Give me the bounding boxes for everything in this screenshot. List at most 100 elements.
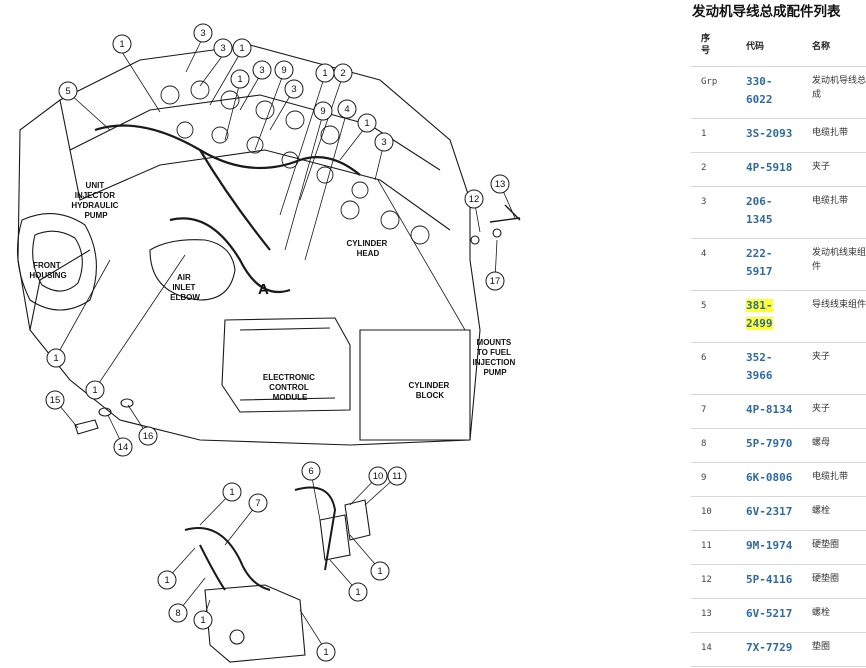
callout-marker: 1: [315, 63, 335, 83]
callout-number: 5: [65, 86, 70, 97]
row-part-name: 螺栓: [812, 598, 866, 633]
callout-marker: 3: [213, 38, 233, 58]
callout-number: 1: [229, 487, 234, 498]
callout-marker: 3: [193, 23, 213, 43]
row-seq: 1: [691, 118, 746, 153]
part-name-line: 件: [812, 262, 822, 272]
callout-number: 1: [119, 39, 124, 50]
part-name-line: 硬垫圈: [812, 574, 840, 584]
row-part-name: 电缆扎带: [812, 118, 866, 153]
part-code-line: 6V-2317: [746, 505, 793, 518]
table-row[interactable]: 3 206- 1345 电缆扎带: [691, 186, 866, 239]
part-code-line: 4P-8134: [746, 403, 793, 416]
row-part-code-link[interactable]: 4P-5918: [746, 152, 812, 187]
callout-number: 8: [175, 608, 180, 619]
row-seq: Grp: [691, 66, 746, 119]
part-code-line: 352-: [746, 351, 773, 364]
callout-number: 6: [308, 466, 313, 477]
part-code-line: 5P-7970: [746, 437, 793, 450]
callout-marker: 13: [490, 174, 510, 194]
table-row[interactable]: 4 222- 5917 发动机线束组件: [691, 238, 866, 291]
callout-number: 11: [392, 471, 402, 482]
table-row[interactable]: 7 4P-8134 夹子: [691, 394, 866, 429]
table-row[interactable]: 2 4P-5918 夹子: [691, 152, 866, 187]
callout-marker: 1: [85, 380, 105, 400]
row-part-name: 硬垫圈: [812, 564, 866, 599]
callout-number: 1: [364, 118, 369, 129]
callout-number: 3: [220, 43, 225, 54]
table-row[interactable]: 14 7X-7729 垫圈: [691, 632, 866, 667]
table-row[interactable]: 8 5P-7970 螺母: [691, 428, 866, 463]
callout-marker: 5: [58, 81, 78, 101]
row-part-code-link[interactable]: 6K-0806: [746, 462, 812, 497]
row-part-code-link[interactable]: 9M-1974: [746, 530, 812, 565]
part-code-line: 3S-2093: [746, 127, 793, 140]
label-unit-injector-pump: UNIT INJECTOR HYDRAULIC PUMP: [71, 181, 120, 220]
part-code-line: 4P-5918: [746, 161, 793, 174]
table-row[interactable]: Grp 330- 6022 发动机导线总成: [691, 66, 866, 119]
row-part-name: 发动机线束组件: [812, 238, 866, 291]
row-part-code-link[interactable]: 5P-7970: [746, 428, 812, 463]
row-part-code-link[interactable]: 352- 3966: [746, 342, 812, 395]
callout-marker: 1: [46, 348, 66, 368]
row-seq: 13: [691, 598, 746, 633]
part-name-line: 电缆扎带: [812, 128, 849, 138]
callout-marker: 3: [284, 79, 304, 99]
callout-marker: 2: [333, 63, 353, 83]
callout-number: 1: [377, 566, 382, 577]
table-row[interactable]: 12 5P-4116 硬垫圈: [691, 564, 866, 599]
table-row[interactable]: 6 352- 3966 夹子: [691, 342, 866, 395]
row-part-code-link[interactable]: 222- 5917: [746, 238, 812, 291]
parts-table: 序号 代码 名称 Grp 330- 6022 发动机导线总成 1 3S-2093 电缆扎带 2…: [691, 24, 866, 667]
header-code: 代码: [746, 24, 812, 67]
row-part-code-link[interactable]: 6V-5217: [746, 598, 812, 633]
part-name-line: 电缆扎带: [812, 196, 849, 206]
row-part-code-link[interactable]: 381- 2499: [746, 290, 812, 343]
row-part-name: 垫圈: [812, 632, 866, 667]
table-row[interactable]: 1 3S-2093 电缆扎带: [691, 118, 866, 153]
table-row[interactable]: 11 9M-1974 硬垫圈: [691, 530, 866, 565]
callout-number: 3: [291, 84, 296, 95]
callout-number: 17: [490, 276, 501, 287]
part-code-line: 6K-0806: [746, 471, 793, 484]
callout-number: 1: [239, 43, 244, 54]
callout-number: 1: [322, 68, 327, 79]
callout-marker: 1: [112, 34, 132, 54]
row-part-code-link[interactable]: 206- 1345: [746, 186, 812, 239]
part-code-line: 222-: [746, 247, 773, 260]
label-cylinder-head: CYLINDER HEAD: [346, 239, 389, 258]
table-row[interactable]: 13 6V-5217 螺栓: [691, 598, 866, 633]
part-code-line: 7X-7729: [746, 641, 793, 654]
callout-number: 1: [53, 353, 58, 364]
callout-marker: 4: [337, 99, 357, 119]
row-part-code-link[interactable]: 6V-2317: [746, 496, 812, 531]
row-part-code-link[interactable]: 3S-2093: [746, 118, 812, 153]
callout-marker: 1: [348, 582, 368, 602]
table-row[interactable]: 10 6V-2317 螺栓: [691, 496, 866, 531]
part-name-line: 电缆扎带: [812, 472, 849, 482]
callout-marker: 10: [368, 466, 388, 486]
row-part-code-link[interactable]: 7X-7729: [746, 632, 812, 667]
callout-marker: 1: [230, 69, 250, 89]
table-row[interactable]: 5 381- 2499 导线线束组件: [691, 290, 866, 343]
parts-table-body: Grp 330- 6022 发动机导线总成 1 3S-2093 电缆扎带 2 4P-5918 夹子…: [691, 66, 866, 667]
row-part-name: 电缆扎带: [812, 462, 866, 497]
row-part-name: 螺母: [812, 428, 866, 463]
row-seq: 9: [691, 462, 746, 497]
callout-number: 14: [118, 442, 129, 453]
label-mounts-to-pump: MOUNTS TO FUEL INJECTION PUMP: [473, 338, 518, 377]
callout-marker: 1: [370, 561, 390, 581]
callout-marker: 17: [485, 271, 505, 291]
leader-lines: [54, 36, 516, 652]
callout-marker: 1: [357, 113, 377, 133]
row-part-code-link[interactable]: 5P-4116: [746, 564, 812, 599]
row-part-name: 硬垫圈: [812, 530, 866, 565]
callout-marker: 11: [387, 466, 407, 486]
part-name-line: 螺母: [812, 438, 831, 448]
row-part-code-link[interactable]: 330- 6022: [746, 66, 812, 119]
row-part-name: 导线线束组件: [812, 290, 866, 343]
label-electronic-control-module: ELECTRONIC CONTROL MODULE: [263, 373, 317, 402]
table-row[interactable]: 9 6K-0806 电缆扎带: [691, 462, 866, 497]
label-front-housing: FRONT HOUSING: [29, 261, 66, 280]
row-part-code-link[interactable]: 4P-8134: [746, 394, 812, 429]
